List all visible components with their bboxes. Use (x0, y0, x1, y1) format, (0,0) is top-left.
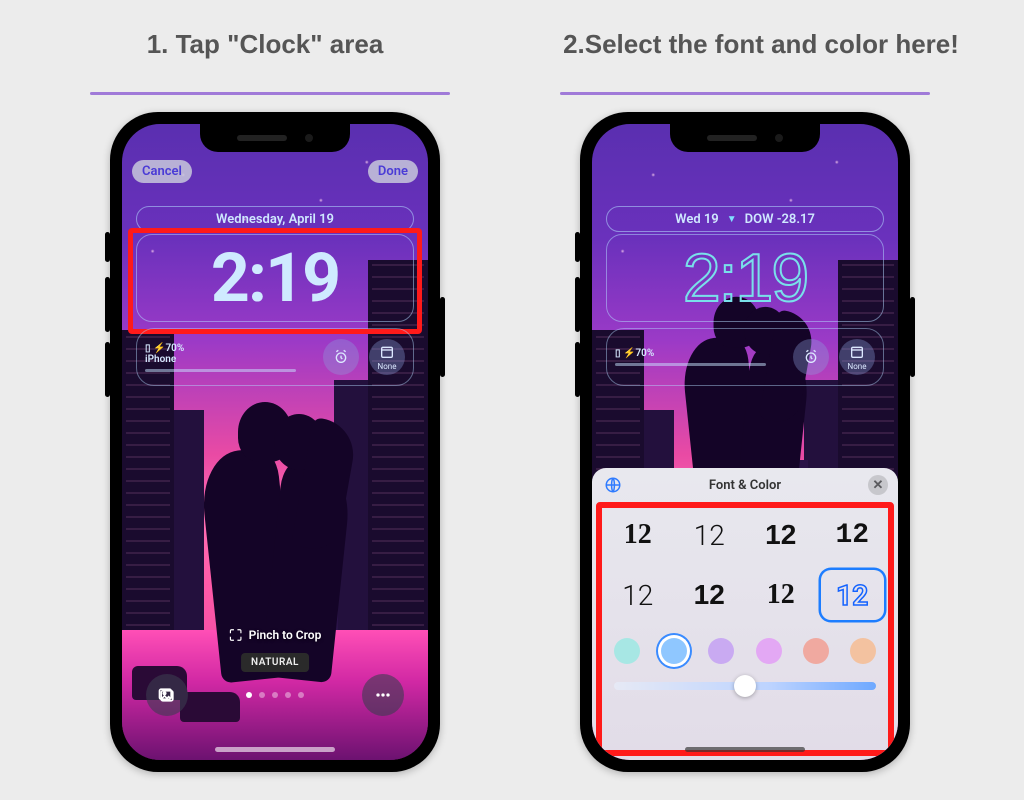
close-icon: ✕ (873, 478, 884, 493)
side-button (910, 297, 915, 377)
side-button (575, 277, 580, 332)
home-indicator[interactable] (215, 747, 335, 752)
alarm-icon (333, 349, 349, 365)
alarm-icon (803, 349, 819, 365)
battery-percent: ⚡70% (153, 343, 184, 354)
widget-row[interactable]: ▯ ⚡70% None (606, 328, 884, 386)
alarm-widget-button[interactable] (793, 339, 829, 375)
step2-title: 2.Select the font and color here! (526, 28, 996, 61)
none-label: None (848, 362, 867, 371)
battery-widget[interactable]: ▯ ⚡70% (615, 348, 783, 366)
clock-time: 2:19 (211, 244, 339, 312)
pinch-label: Pinch to Crop (249, 628, 322, 642)
more-button[interactable] (362, 674, 404, 716)
clock-time: 2:19 (683, 244, 807, 312)
phone-mockup-1: Cancel Done Wednesday, April 19 2:19 ▯ ⚡… (110, 112, 440, 772)
color-swatch-0[interactable] (614, 638, 640, 664)
font-option-7[interactable]: 12 (821, 570, 885, 620)
color-swatch-3[interactable] (756, 638, 782, 664)
date-short: Wed 19 (675, 212, 719, 227)
font-option-3[interactable]: 12 (821, 510, 885, 560)
side-button (575, 342, 580, 397)
font-option-0[interactable]: 12 (606, 510, 670, 560)
widget-row[interactable]: ▯ ⚡70% iPhone None (136, 328, 414, 386)
none-label: None (378, 362, 397, 371)
battery-percent: ⚡70% (623, 348, 654, 359)
step1-title: 1. Tap "Clock" area (30, 28, 500, 61)
page-dots[interactable] (246, 692, 304, 698)
font-option-1[interactable]: 12 (678, 510, 742, 560)
gallery-button[interactable] (146, 674, 188, 716)
clock-area[interactable]: 2:19 (136, 234, 414, 322)
intensity-slider[interactable] (614, 682, 876, 690)
step2-underline (560, 92, 930, 95)
color-swatch-row (592, 638, 898, 664)
color-swatch-2[interactable] (708, 638, 734, 664)
side-button (105, 342, 110, 397)
side-button (575, 232, 580, 262)
done-button[interactable]: Done (368, 160, 418, 183)
none-widget-button[interactable]: None (839, 339, 875, 375)
side-button (105, 277, 110, 332)
calendar-icon (379, 344, 395, 360)
font-option-4[interactable]: 12 (606, 570, 670, 620)
clock-area[interactable]: 2:19 (606, 234, 884, 322)
pinch-icon (229, 628, 243, 642)
phone-mockup-2: Wed 19 ▼ DOW -28.17 2:19 ▯ ⚡70% (580, 112, 910, 772)
font-option-5[interactable]: 12 (678, 570, 742, 620)
notch (670, 124, 820, 152)
step1-underline (90, 92, 450, 95)
down-triangle-icon: ▼ (727, 214, 737, 225)
date-widget[interactable]: Wed 19 ▼ DOW -28.17 (606, 206, 884, 232)
font-color-sheet: Font & Color ✕ 1212121212121212 (592, 468, 898, 760)
battery-device: iPhone (145, 354, 313, 365)
notch (200, 124, 350, 152)
slider-thumb[interactable] (734, 675, 756, 697)
close-button[interactable]: ✕ (868, 475, 888, 495)
calendar-icon (849, 344, 865, 360)
color-swatch-4[interactable] (803, 638, 829, 664)
pinch-to-crop-hint: Pinch to Crop (229, 628, 322, 642)
more-icon (373, 685, 393, 705)
color-swatch-1[interactable] (661, 638, 687, 664)
alarm-widget-button[interactable] (323, 339, 359, 375)
side-button (105, 232, 110, 262)
phone-screen: Cancel Done Wednesday, April 19 2:19 ▯ ⚡… (122, 124, 428, 760)
date-text: Wednesday, April 19 (216, 212, 334, 227)
globe-icon[interactable] (604, 476, 622, 494)
font-option-2[interactable]: 12 (749, 510, 813, 560)
side-button (440, 297, 445, 377)
none-widget-button[interactable]: None (369, 339, 405, 375)
cancel-button[interactable]: Cancel (132, 160, 192, 183)
home-indicator[interactable] (685, 747, 805, 752)
font-options-grid: 1212121212121212 (606, 510, 884, 620)
sheet-title: Font & Color (709, 478, 781, 493)
gallery-icon (157, 685, 177, 705)
date-widget[interactable]: Wednesday, April 19 (136, 206, 414, 232)
font-option-6[interactable]: 12 (749, 570, 813, 620)
ticker-value: DOW -28.17 (745, 212, 815, 227)
mode-pill[interactable]: NATURAL (241, 653, 309, 672)
color-swatch-5[interactable] (850, 638, 876, 664)
phone-screen: Wed 19 ▼ DOW -28.17 2:19 ▯ ⚡70% (592, 124, 898, 760)
battery-widget[interactable]: ▯ ⚡70% iPhone (145, 343, 313, 372)
